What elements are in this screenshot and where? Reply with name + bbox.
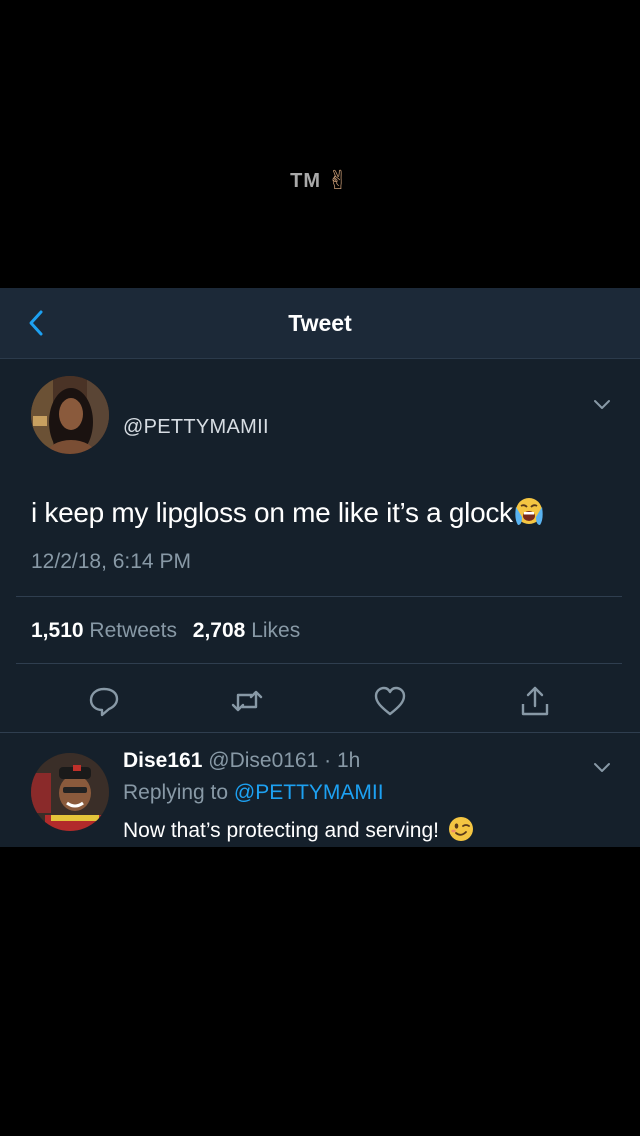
reply-icon [89,687,119,717]
replying-to-prefix: Replying to [123,781,229,804]
share-button[interactable] [518,684,552,718]
tweet-timestamp: 12/2/18, 6:14 PM [31,550,191,573]
replying-to-mention[interactable]: @PETTYMAMII [234,781,384,804]
avatar-photo [31,753,109,831]
replying-to-line: Replying to @PETTYMAMII [123,781,384,805]
winking-face-icon [448,817,473,841]
retweets-label[interactable]: Retweets [89,619,177,642]
retweets-count[interactable]: 1,510 [31,619,84,642]
loudly-crying-face-icon [515,498,543,525]
navigation-bar: Tweet [0,288,640,359]
reply-text-content: Now that’s protecting and serving! [123,819,439,842]
reply-tweet[interactable]: Dise161 @Dise0161 · 1h Replying to @PETT… [0,733,640,847]
like-button[interactable] [373,684,407,718]
reply-author-name[interactable]: Dise161 [123,749,202,772]
watermark-text: TM [290,170,322,192]
tweet-author-handle[interactable]: @PETTYMAMII [123,416,269,439]
peace-hand-emoji-icon: ✌ [327,165,350,195]
likes-count[interactable]: 2,708 [193,619,246,642]
avatar-photo [31,376,109,454]
reply-handle-time: @Dise0161 · 1h [208,749,361,772]
tweet-action-bar [0,684,640,734]
tweet-text: i keep my lipgloss on me like it’s a glo… [31,495,621,529]
avatar[interactable] [31,376,109,454]
reply-header: Dise161 @Dise0161 · 1h [123,749,360,773]
page: TM ✌ Tweet @PETTYMAMII i keep my lipglos… [0,0,640,1136]
reply-options-button[interactable] [592,761,612,775]
heart-icon [374,686,406,716]
chevron-down-icon [594,763,610,772]
tweet-detail: @PETTYMAMII i keep my lipgloss on me lik… [0,358,640,733]
reply-text: Now that’s protecting and serving! [123,815,475,843]
likes-label[interactable]: Likes [251,619,300,642]
retweet-button[interactable] [230,684,264,718]
twitter-screen: Tweet @PETTYMAMII i keep my lipgloss on … [0,288,640,847]
retweet-icon [231,690,263,712]
tweet-stats: 1,510 Retweets 2,708 Likes [31,619,310,643]
chevron-down-icon [594,400,610,409]
tweet-text-content: i keep my lipgloss on me like it’s a glo… [31,497,513,528]
reply-avatar[interactable] [31,753,109,831]
divider [16,596,622,597]
page-title: Tweet [288,310,352,336]
tweet-options-button[interactable] [592,398,612,412]
share-icon [521,686,549,716]
reply-button[interactable] [87,684,121,718]
watermark: TM ✌ [0,165,640,196]
divider [16,663,622,664]
